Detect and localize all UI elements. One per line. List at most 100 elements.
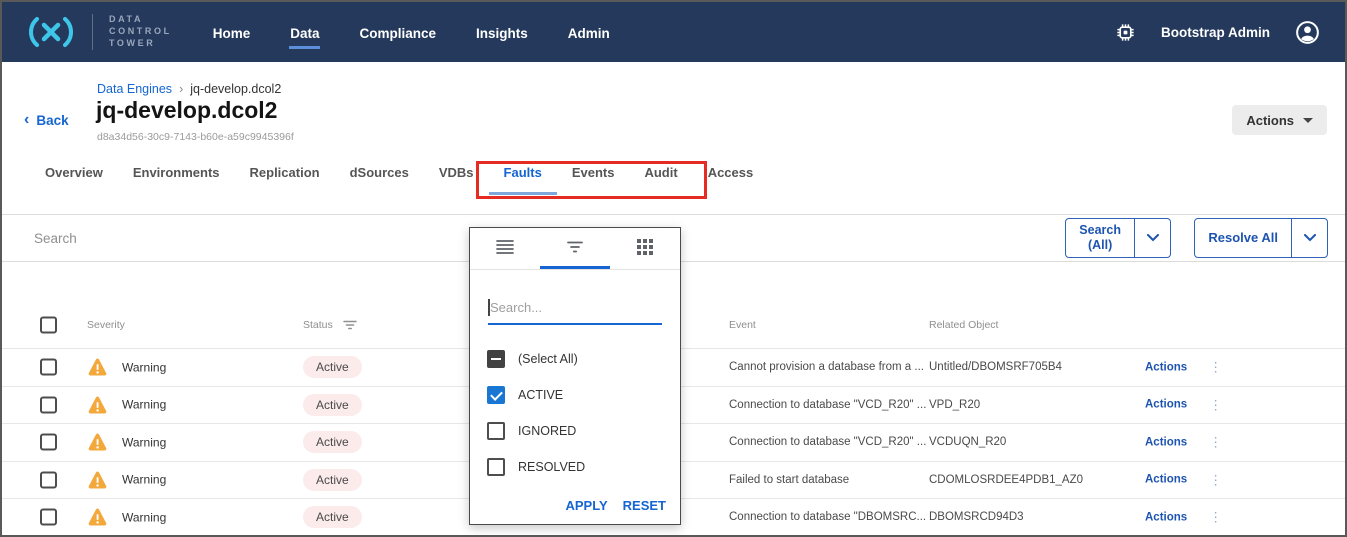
filter-option-label: (Select All)	[518, 352, 578, 366]
row-actions-link[interactable]: Actions	[1145, 511, 1187, 523]
back-chevron-icon: ‹	[24, 112, 29, 128]
api-chip-icon[interactable]	[1114, 21, 1137, 44]
page-actions-label: Actions	[1246, 113, 1294, 128]
event-cell: Connection to database "VCD_R20" ...	[729, 436, 926, 448]
filter-option-label: ACTIVE	[518, 388, 563, 402]
severity-label: Warning	[122, 435, 166, 449]
nav-item-home[interactable]: Home	[212, 20, 252, 49]
delphix-logo-icon[interactable]	[26, 16, 76, 48]
nav-item-insights[interactable]: Insights	[475, 20, 529, 49]
popup-tab-grid[interactable]	[610, 228, 680, 269]
status-badge: Active	[303, 469, 362, 491]
row-checkbox[interactable]	[40, 509, 57, 526]
warning-triangle-icon	[87, 395, 108, 414]
nav-item-compliance[interactable]: Compliance	[358, 20, 437, 49]
resolve-all-button[interactable]: Resolve All	[1195, 219, 1291, 257]
tab-overview[interactable]: Overview	[30, 165, 118, 195]
column-header-severity: Severity	[87, 319, 125, 331]
app-window: DATA CONTROL TOWER Home Data Compliance …	[0, 0, 1347, 537]
breadcrumb-parent-link[interactable]: Data Engines	[97, 82, 172, 96]
row-actions-link[interactable]: Actions	[1145, 361, 1187, 373]
severity-label: Warning	[122, 473, 166, 487]
nav-item-data[interactable]: Data	[289, 20, 320, 49]
row-kebab-menu-icon[interactable]: ⋮	[1209, 473, 1222, 486]
filter-option-active[interactable]: ACTIVE	[470, 377, 680, 413]
row-actions-link[interactable]: Actions	[1145, 399, 1187, 411]
row-checkbox[interactable]	[40, 434, 57, 451]
tab-audit[interactable]: Audit	[629, 165, 692, 195]
search-all-split-button: Search (All)	[1065, 218, 1171, 258]
nav-item-admin[interactable]: Admin	[567, 20, 611, 49]
detail-tabs: Overview Environments Replication dSourc…	[30, 165, 768, 195]
related-object-cell: DBOMSRCD94D3	[929, 511, 1024, 523]
resolve-all-split-button: Resolve All	[1194, 218, 1328, 258]
row-kebab-menu-icon[interactable]: ⋮	[1209, 361, 1222, 374]
row-actions-cell: Actions ⋮	[1145, 436, 1222, 449]
breadcrumb-current: jq-develop.dcol2	[190, 82, 281, 96]
tab-vdbs[interactable]: VDBs	[424, 165, 489, 195]
back-label: Back	[36, 113, 68, 128]
engine-uuid: d8a34d56-30c9-7143-b60e-a59c9945396f	[97, 131, 294, 143]
active-checkbox[interactable]	[487, 386, 505, 404]
tab-replication[interactable]: Replication	[235, 165, 335, 195]
popup-tab-filter[interactable]	[540, 228, 610, 269]
tab-dsources[interactable]: dSources	[335, 165, 424, 195]
row-actions-cell: Actions ⋮	[1145, 511, 1222, 524]
search-all-line1: Search	[1079, 223, 1121, 238]
back-button[interactable]: ‹ Back	[24, 112, 69, 128]
resolve-all-dropdown-chevron-icon[interactable]	[1291, 219, 1327, 257]
row-actions-link[interactable]: Actions	[1145, 474, 1187, 486]
tab-faults[interactable]: Faults	[489, 165, 557, 195]
event-cell: Cannot provision a database from a ...	[729, 361, 924, 373]
list-icon	[496, 240, 514, 254]
tab-environments[interactable]: Environments	[118, 165, 235, 195]
status-header-label: Status	[303, 319, 333, 331]
user-avatar-icon[interactable]	[1294, 19, 1321, 46]
filter-search-input[interactable]	[488, 296, 662, 323]
select-all-rows-checkbox[interactable]	[40, 317, 57, 334]
row-kebab-menu-icon[interactable]: ⋮	[1209, 436, 1222, 449]
apply-button[interactable]: APPLY	[566, 498, 608, 513]
breadcrumb: Data Engines › jq-develop.dcol2	[97, 82, 281, 96]
row-checkbox[interactable]	[40, 359, 57, 376]
search-all-line2: (All)	[1088, 238, 1112, 253]
filter-icon	[567, 241, 583, 253]
filter-popup-tabs	[470, 228, 680, 270]
row-actions-cell: Actions ⋮	[1145, 361, 1222, 374]
filter-option-label: IGNORED	[518, 424, 576, 438]
reset-button[interactable]: RESET	[623, 498, 666, 513]
row-checkbox[interactable]	[40, 396, 57, 413]
related-object-cell: CDOMLOSRDEE4PDB1_AZ0	[929, 474, 1083, 486]
brand-line: TOWER	[109, 38, 172, 50]
filter-option-resolved[interactable]: RESOLVED	[470, 449, 680, 485]
severity-label: Warning	[122, 360, 166, 374]
row-actions-link[interactable]: Actions	[1145, 436, 1187, 448]
breadcrumb-separator: ›	[179, 82, 183, 96]
status-badge: Active	[303, 356, 362, 378]
status-filter-icon[interactable]	[343, 320, 357, 330]
search-all-button[interactable]: Search (All)	[1066, 219, 1134, 257]
tab-events[interactable]: Events	[557, 165, 630, 195]
popup-tab-list[interactable]	[470, 228, 540, 269]
resolved-checkbox[interactable]	[487, 458, 505, 476]
severity-cell: Warning	[87, 508, 166, 527]
severity-cell: Warning	[87, 395, 166, 414]
row-actions-cell: Actions ⋮	[1145, 473, 1222, 486]
tab-access[interactable]: Access	[693, 165, 769, 195]
row-kebab-menu-icon[interactable]: ⋮	[1209, 511, 1222, 524]
column-header-status: Status	[303, 319, 357, 331]
filter-options-list: (Select All) ACTIVE IGNORED RESOLVED	[470, 341, 680, 485]
page-actions-button[interactable]: Actions	[1232, 105, 1327, 135]
select-all-checkbox[interactable]	[487, 350, 505, 368]
grid-icon	[637, 239, 653, 255]
related-object-cell: VPD_R20	[929, 399, 980, 411]
ignored-checkbox[interactable]	[487, 422, 505, 440]
search-all-dropdown-chevron-icon[interactable]	[1134, 219, 1170, 257]
warning-triangle-icon	[87, 433, 108, 452]
filter-option-ignored[interactable]: IGNORED	[470, 413, 680, 449]
column-header-event: Event	[729, 319, 756, 331]
filter-option-select-all[interactable]: (Select All)	[470, 341, 680, 377]
row-checkbox[interactable]	[40, 471, 57, 488]
row-kebab-menu-icon[interactable]: ⋮	[1209, 398, 1222, 411]
filter-option-label: RESOLVED	[518, 460, 585, 474]
